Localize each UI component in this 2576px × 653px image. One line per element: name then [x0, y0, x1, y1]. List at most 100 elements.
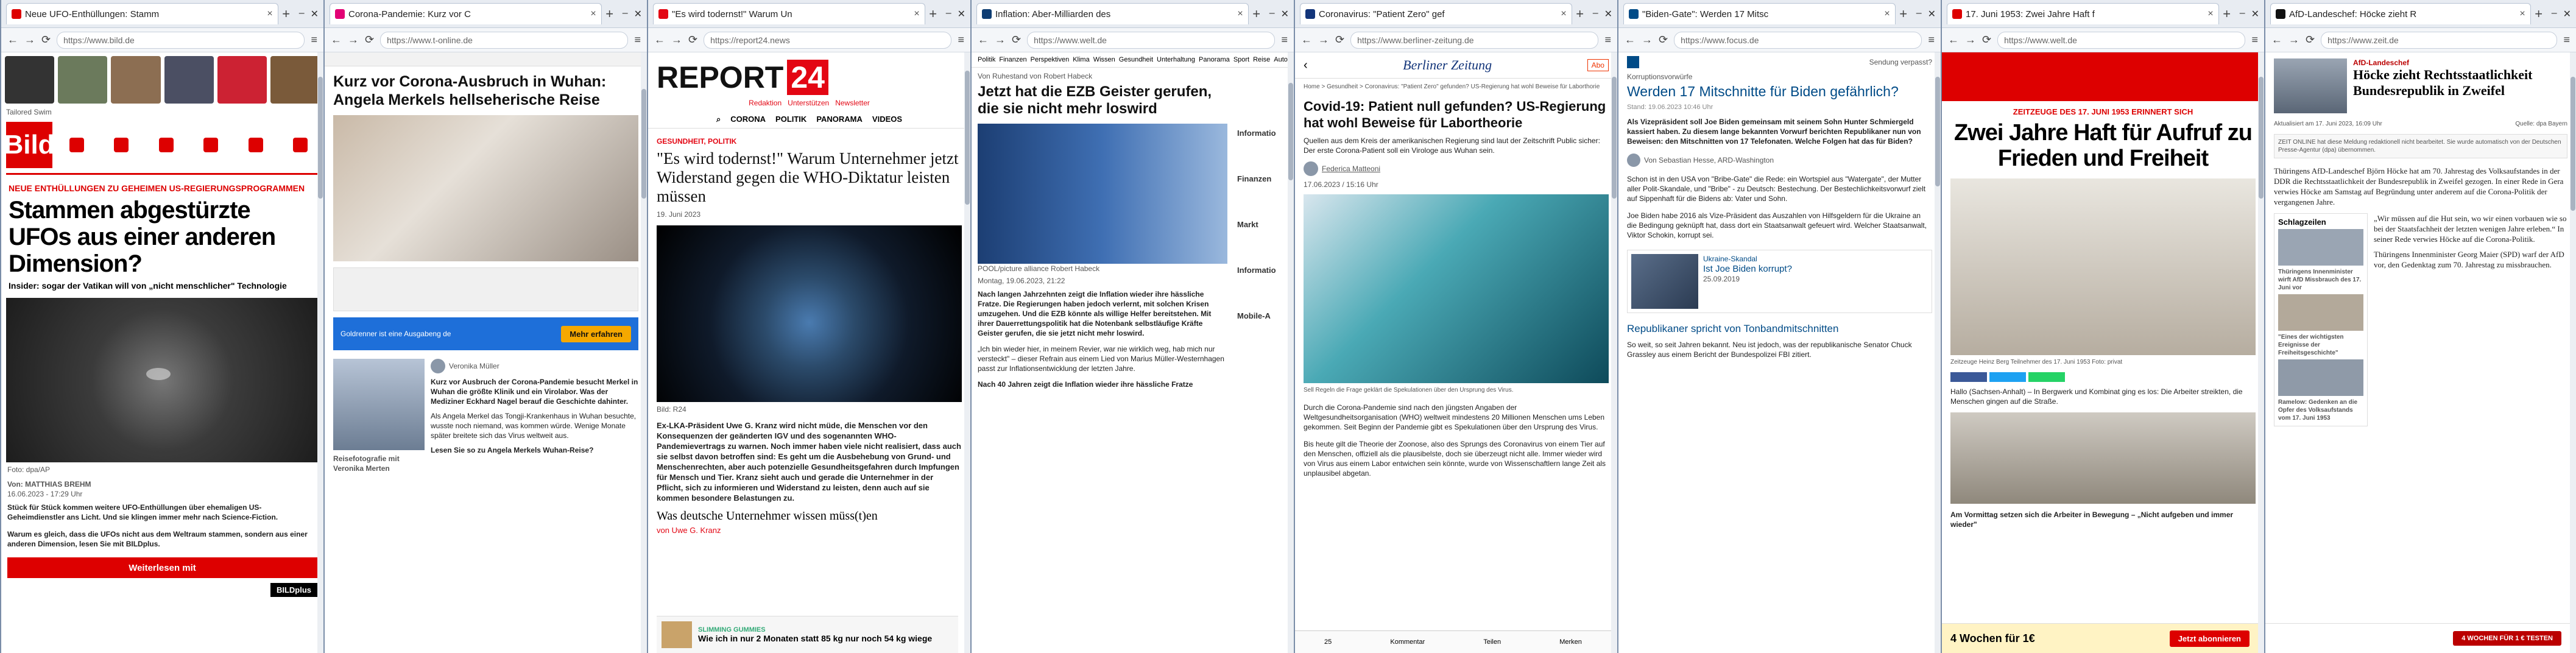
address-bar[interactable]: https://www.focus.de [1674, 31, 1922, 49]
nav-item[interactable]: Auto [1274, 56, 1288, 63]
nav-icon[interactable] [203, 138, 219, 152]
new-tab-icon[interactable]: + [1572, 6, 1588, 22]
forward-icon[interactable]: → [348, 34, 359, 46]
nav-item[interactable]: Unterhaltung [1157, 56, 1195, 63]
menu-icon[interactable]: ≡ [1604, 34, 1611, 46]
bookmark-button[interactable]: Merken [1559, 638, 1582, 646]
meta-link[interactable]: Newsletter [835, 99, 870, 107]
tab-active[interactable]: Coronavirus: "Patient Zero" gef × [1300, 3, 1572, 24]
rail-item[interactable]: Informatio [1237, 266, 1290, 275]
menu-icon[interactable]: ≡ [1281, 34, 1288, 46]
nav-icon[interactable] [69, 138, 84, 152]
forward-icon[interactable]: → [2288, 34, 2299, 46]
nav-item[interactable]: Reise [1253, 56, 1270, 63]
author-name[interactable]: Federica Matteoni [1322, 164, 1380, 174]
close-tab-icon[interactable]: × [1561, 9, 1566, 19]
headline-link[interactable]: Ramelow: Gedenken an die Opfer des Volks… [2278, 398, 2363, 422]
new-tab-icon[interactable]: + [278, 6, 294, 22]
nav-item[interactable]: Finanzen [999, 56, 1026, 63]
promo-button[interactable]: Mehr erfahren [561, 325, 631, 342]
podcast-link[interactable]: Sendung verpasst? [1869, 57, 1932, 67]
rail-item[interactable]: Mobile-A [1237, 311, 1290, 320]
close-window-icon[interactable]: ✕ [958, 8, 965, 20]
rail-item[interactable]: Finanzen [1237, 174, 1290, 183]
scrollbar[interactable] [317, 52, 323, 653]
category[interactable]: GESUNDHEIT, POLITIK [657, 137, 962, 146]
minimize-icon[interactable]: – [946, 8, 951, 20]
nav-icon[interactable] [114, 138, 129, 152]
back-icon[interactable]: ← [7, 34, 18, 46]
scrollbar[interactable] [1288, 52, 1294, 653]
site-logo[interactable]: Berliner Zeitung [1403, 57, 1492, 73]
scrollbar[interactable] [1935, 52, 1941, 653]
meta-link[interactable]: Unterstützen [788, 99, 829, 107]
nav-item[interactable]: Perspektiven [1031, 56, 1070, 63]
back-icon[interactable]: ← [1301, 34, 1312, 46]
tab-active[interactable]: AfD-Landeschef: Höcke zieht R × [2270, 3, 2531, 24]
nav-item[interactable]: POLITIK [775, 115, 806, 124]
forward-icon[interactable]: → [995, 34, 1006, 46]
nav-item[interactable]: VIDEOS [872, 115, 902, 124]
nav-item[interactable]: Politik [978, 56, 995, 63]
nav-item[interactable]: Klima [1073, 56, 1090, 63]
nav-icon[interactable] [248, 138, 263, 152]
nav-item[interactable]: CORONA [730, 115, 766, 124]
new-tab-icon[interactable]: + [602, 6, 618, 22]
address-bar[interactable]: https://www.t-online.de [380, 31, 629, 49]
tab-active[interactable]: Neue UFO-Enthüllungen: Stamm × [6, 3, 278, 24]
rail-item[interactable]: Markt [1237, 220, 1290, 229]
forward-icon[interactable]: → [24, 34, 35, 46]
address-bar[interactable]: https://www.welt.de [1997, 31, 2246, 49]
back-icon[interactable]: ← [654, 34, 665, 46]
comments-button[interactable]: 25 [1324, 638, 1332, 646]
reload-icon[interactable]: ⟳ [688, 34, 697, 46]
back-icon[interactable]: ← [978, 34, 989, 46]
back-icon[interactable]: ← [331, 34, 342, 46]
tab-active[interactable]: "Biden-Gate": Werden 17 Mitsc × [1623, 3, 1896, 24]
minimize-icon[interactable]: – [2240, 8, 2245, 20]
close-tab-icon[interactable]: × [1237, 9, 1243, 19]
reload-icon[interactable]: ⟳ [1659, 34, 1668, 46]
close-tab-icon[interactable]: × [914, 9, 919, 19]
new-tab-icon[interactable]: + [2531, 6, 2547, 22]
minimize-icon[interactable]: – [1916, 8, 1922, 20]
twitter-share-icon[interactable] [1989, 372, 2026, 382]
rail-item[interactable]: Informatio [1237, 129, 1290, 138]
menu-icon[interactable]: ≡ [2563, 34, 2570, 46]
close-window-icon[interactable]: ✕ [2563, 8, 2571, 20]
subscribe-button[interactable]: Jetzt abonnieren [2169, 630, 2250, 647]
menu-icon[interactable]: ≡ [958, 34, 964, 46]
subscription-banner[interactable]: 4 Wochen für 1€ Jetzt abonnieren [1942, 623, 2258, 653]
back-icon[interactable]: ← [1625, 34, 1636, 46]
minimize-icon[interactable]: – [1269, 8, 1275, 20]
menu-icon[interactable]: ≡ [2251, 34, 2258, 46]
read-more-button[interactable]: Weiterlesen mit [7, 557, 317, 578]
new-tab-icon[interactable]: + [1896, 6, 1911, 22]
nav-item[interactable]: Wissen [1093, 56, 1115, 63]
scrollbar[interactable] [1611, 52, 1617, 653]
nav-item[interactable]: Panorama [1199, 56, 1230, 63]
nav-item[interactable]: Sport [1233, 56, 1249, 63]
new-tab-icon[interactable]: + [1249, 6, 1265, 22]
headline-link[interactable]: Thüringens Innenminister wirft AfD Missb… [2278, 268, 2363, 292]
nav-item[interactable]: Gesundheit [1119, 56, 1153, 63]
menu-icon[interactable]: ≡ [634, 34, 641, 46]
reload-icon[interactable]: ⟳ [2306, 34, 2315, 46]
close-tab-icon[interactable]: × [2207, 9, 2213, 19]
reload-icon[interactable]: ⟳ [1982, 34, 1991, 46]
minimize-icon[interactable]: – [299, 8, 305, 20]
ad-box[interactable]: SLIMMING GUMMIES Wie ich in nur 2 Monate… [657, 616, 958, 653]
comment-label[interactable]: Kommentar [1390, 638, 1425, 646]
search-icon[interactable]: ⌕ [716, 115, 721, 124]
address-bar[interactable]: https://www.berliner-zeitung.de [1350, 31, 1599, 49]
related-link[interactable]: Lesen Sie so zu Angela Merkels Wuhan-Rei… [431, 445, 638, 455]
new-tab-icon[interactable]: + [2219, 6, 2235, 22]
forward-icon[interactable]: → [671, 34, 682, 46]
close-tab-icon[interactable]: × [1884, 9, 1890, 19]
back-arrow-icon[interactable]: ‹ [1304, 58, 1308, 72]
address-bar[interactable]: https://www.zeit.de [2321, 31, 2558, 49]
reload-icon[interactable]: ⟳ [1012, 34, 1021, 46]
close-tab-icon[interactable]: × [590, 9, 596, 19]
back-icon[interactable]: ← [2271, 34, 2282, 46]
scrollbar[interactable] [2258, 52, 2264, 653]
